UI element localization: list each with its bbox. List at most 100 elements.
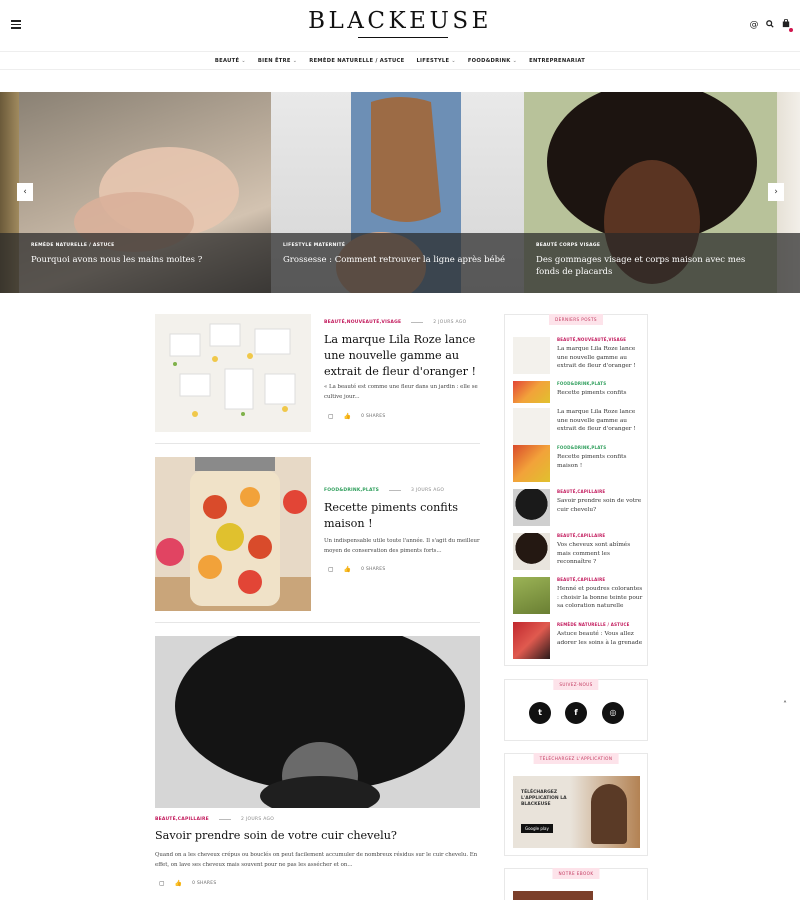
- nav-item-label: BEAUTÉ: [214, 57, 240, 64]
- slider-prev-button[interactable]: ‹: [17, 183, 33, 201]
- comment-icon[interactable]: ▢: [328, 566, 334, 573]
- recent-posts-widget: DERNIERS POSTS BEAUTÉ,NOUVEAUTÉ,VISAGE La…: [504, 314, 648, 666]
- post-title[interactable]: La marque Lila Roze lance une nouvelle g…: [324, 332, 480, 380]
- nav-item-label: REMÈDE NATURELLE / ASTUCE: [309, 57, 405, 64]
- app-banner[interactable]: TÉLÉCHARGEZ L'APPLICATION LA BLACKEUSE G…: [513, 776, 640, 848]
- like-icon[interactable]: 👍: [344, 413, 351, 420]
- slide-title[interactable]: Grossesse : Comment retrouver la ligne a…: [283, 254, 512, 266]
- sidebar-post-title[interactable]: Astuce beauté : Vous allez adorer les so…: [557, 630, 645, 647]
- meta-separator: [389, 490, 402, 491]
- sidebar-post-item[interactable]: BEAUTÉ,NOUVEAUTÉ,VISAGE La marque Lila Ro…: [513, 337, 643, 374]
- nav-item[interactable]: FOOD&DRINK ⌄: [468, 58, 517, 64]
- slide-item[interactable]: BEAUTÉ CORPS VISAGE Des gommages visage …: [524, 92, 777, 293]
- post-excerpt: Quand on a les cheveux crépus ou bouclés…: [155, 852, 478, 868]
- ebook-cover[interactable]: [513, 891, 593, 900]
- share-count: 0 SHARES: [361, 414, 386, 419]
- slide-item[interactable]: LIFESTYLE MATERNITÉ Grossesse : Comment …: [271, 92, 524, 293]
- featured-slider: REMÈDE NATURELLE / ASTUCE Pourquoi avons…: [0, 92, 800, 293]
- chevron-down-icon: ⌄: [512, 57, 518, 64]
- nav-item[interactable]: BIEN ÊTRE ⌄: [258, 58, 297, 64]
- post-category[interactable]: BEAUTÉ,NOUVEAUTÉ,VISAGE: [324, 320, 401, 325]
- nav-item-label: ENTREPRENARIAT: [529, 57, 586, 64]
- sidebar-post-category[interactable]: BEAUTÉ,CAPILLAIRE: [557, 533, 605, 538]
- sidebar-post-title[interactable]: La marque Lila Roze lance une nouvelle g…: [557, 408, 645, 434]
- facebook-icon[interactable]: f: [565, 702, 587, 724]
- slide-title[interactable]: Des gommages visage et corps maison avec…: [536, 254, 765, 278]
- sidebar-post-item[interactable]: BEAUTÉ,CAPILLAIRE Henné et poudres colora…: [513, 577, 643, 614]
- like-icon[interactable]: 👍: [175, 880, 182, 887]
- post-divider: [155, 443, 480, 444]
- sidebar-post-category[interactable]: FOOD&DRINK,PLATS: [557, 445, 606, 450]
- nav-item[interactable]: REMÈDE NATURELLE / ASTUCE: [309, 58, 404, 64]
- sidebar-post-category[interactable]: FOOD&DRINK,PLATS: [557, 381, 606, 386]
- sidebar-post-thumbnail[interactable]: [513, 408, 550, 445]
- sidebar-post-item[interactable]: La marque Lila Roze lance une nouvelle g…: [513, 408, 643, 445]
- post-date: 2 JOURS AGO: [433, 320, 467, 325]
- scroll-to-top-button[interactable]: ˄: [778, 700, 792, 714]
- slide-title[interactable]: Pourquoi avons nous les mains moites ?: [31, 254, 259, 266]
- google-play-badge[interactable]: Google play: [521, 824, 553, 833]
- sidebar-post-title[interactable]: Vos cheveux sont abîmés mais comment les…: [557, 541, 645, 567]
- sidebar-post-item[interactable]: BEAUTÉ,CAPILLAIRE Savoir prendre soin de …: [513, 489, 643, 526]
- sidebar-post-thumbnail[interactable]: [513, 337, 550, 374]
- sidebar-post-title[interactable]: La marque Lila Roze lance une nouvelle g…: [557, 345, 645, 371]
- instagram-icon[interactable]: ◎: [602, 702, 624, 724]
- slide-caption: [777, 233, 800, 293]
- site-logo[interactable]: BLACKEUSE: [0, 8, 800, 34]
- post-thumbnail[interactable]: [155, 457, 311, 611]
- slide-caption: BEAUTÉ CORPS VISAGE Des gommages visage …: [524, 233, 777, 293]
- nav-item[interactable]: ENTREPRENARIAT: [529, 58, 585, 64]
- post-category[interactable]: FOOD&DRINK,PLATS: [324, 488, 379, 493]
- sidebar-post-item[interactable]: FOOD&DRINK,PLATS Recette piments confits: [513, 381, 643, 403]
- bag-icon[interactable]: [781, 18, 793, 32]
- widget-title: SUIVEZ-NOUS: [553, 679, 599, 690]
- nav-item-label: FOOD&DRINK: [467, 57, 511, 64]
- sidebar-post-item[interactable]: REMÈDE NATURELLE / ASTUCE Astuce beauté :…: [513, 622, 643, 659]
- slider-next-button[interactable]: ›: [768, 183, 784, 201]
- sidebar-post-thumbnail[interactable]: [513, 445, 550, 482]
- sidebar-post-thumbnail[interactable]: [513, 533, 550, 570]
- search-icon[interactable]: [765, 19, 775, 31]
- post-thumbnail[interactable]: [155, 636, 480, 808]
- nav-item[interactable]: BEAUTÉ ⌄: [215, 58, 246, 64]
- post-date: 2 JOURS AGO: [240, 817, 275, 822]
- sidebar-post-category[interactable]: BEAUTÉ,NOUVEAUTÉ,VISAGE: [557, 337, 626, 342]
- slide-caption: [0, 233, 19, 293]
- slide-item[interactable]: REMÈDE NATURELLE / ASTUCE Pourquoi avons…: [19, 92, 271, 293]
- sidebar-post-title[interactable]: Henné et poudres colorantes : choisir la…: [557, 585, 645, 611]
- site-header: BLACKEUSE @: [0, 0, 800, 52]
- post-title[interactable]: Savoir prendre soin de votre cuir chevel…: [155, 828, 480, 844]
- twitter-icon[interactable]: t: [529, 702, 551, 724]
- slide-category[interactable]: LIFESTYLE MATERNITÉ: [283, 243, 512, 248]
- header-icons: @: [749, 18, 793, 32]
- ebook-widget: NOTRE EBOOK: [504, 868, 648, 900]
- sidebar-post-thumbnail[interactable]: [513, 577, 550, 614]
- sidebar-post-thumbnail[interactable]: [513, 381, 550, 403]
- post-category[interactable]: BEAUTÉ,CAPILLAIRE: [155, 817, 209, 822]
- at-icon[interactable]: @: [749, 20, 759, 30]
- post-title[interactable]: Recette piments confits maison !: [324, 500, 480, 532]
- nav-item-label: BIEN ÊTRE: [257, 57, 291, 64]
- sidebar-post-title[interactable]: Recette piments confits: [557, 389, 645, 398]
- sidebar-post-category[interactable]: BEAUTÉ,CAPILLAIRE: [557, 489, 605, 494]
- sidebar-post-category[interactable]: REMÈDE NATURELLE / ASTUCE: [557, 622, 630, 627]
- sidebar-post-title[interactable]: Recette piments confits maison !: [557, 453, 645, 470]
- post-meta: BEAUTÉ,CAPILLAIRE 2 JOURS AGO: [155, 817, 274, 822]
- slide-category[interactable]: BEAUTÉ CORPS VISAGE: [536, 243, 765, 248]
- sidebar-post-category[interactable]: BEAUTÉ,CAPILLAIRE: [557, 577, 605, 582]
- chevron-down-icon: ⌄: [292, 57, 298, 64]
- sidebar-post-item[interactable]: FOOD&DRINK,PLATS Recette piments confits …: [513, 445, 643, 482]
- slide-caption: REMÈDE NATURELLE / ASTUCE Pourquoi avons…: [19, 233, 271, 293]
- like-icon[interactable]: 👍: [344, 566, 351, 573]
- widget-title: NOTRE EBOOK: [552, 868, 600, 879]
- sidebar-post-thumbnail[interactable]: [513, 622, 550, 659]
- sidebar-post-thumbnail[interactable]: [513, 489, 550, 526]
- comment-icon[interactable]: ▢: [159, 880, 165, 887]
- nav-item[interactable]: LIFESTYLE ⌄: [416, 58, 455, 64]
- sidebar-post-title[interactable]: Savoir prendre soin de votre cuir chevel…: [557, 497, 645, 514]
- sidebar-post-item[interactable]: BEAUTÉ,CAPILLAIRE Vos cheveux sont abîmés…: [513, 533, 643, 570]
- post-thumbnail[interactable]: [155, 314, 311, 432]
- comment-icon[interactable]: ▢: [328, 413, 334, 420]
- post-excerpt: Un indispensable utile toute l'année. Il…: [324, 538, 480, 554]
- slide-category[interactable]: REMÈDE NATURELLE / ASTUCE: [31, 243, 259, 248]
